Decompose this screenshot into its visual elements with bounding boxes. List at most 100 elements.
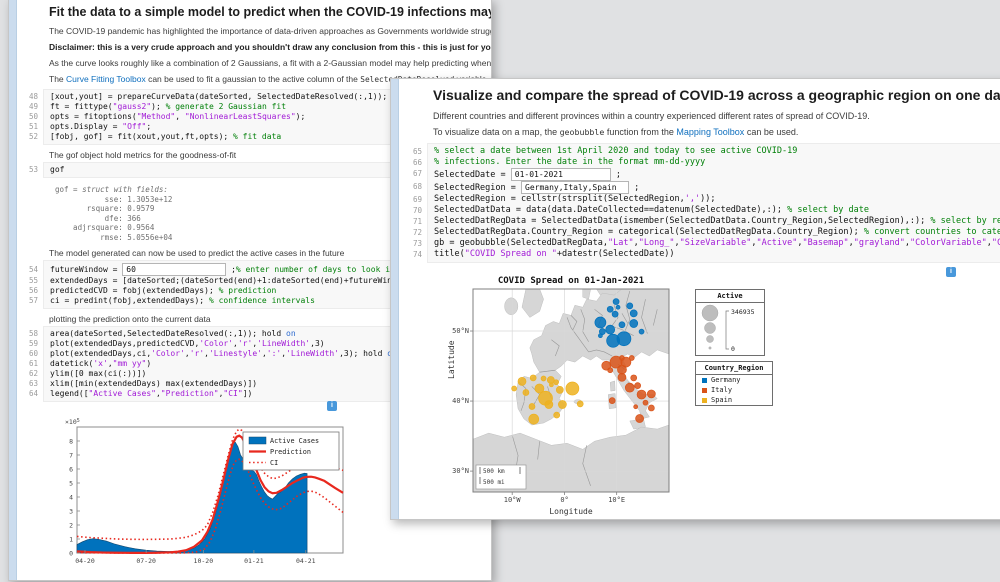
data-bubble-spain [529,414,539,424]
data-bubble-spain [541,376,546,381]
text-segment: To visualize data on a map, the [433,127,560,137]
text-segment: "NonlinearLeastSquares" [185,112,296,121]
line-number: 66 [396,157,422,168]
code-block-map[interactable]: 65% select a date between 1st April 2020… [427,143,1000,263]
code-line[interactable]: 68SelectedRegion = Germany,Italy,Spain ; [434,181,1000,194]
code-input-field[interactable]: 60 [122,263,226,276]
prediction-figure[interactable]: 01234567804-2007-2010-2001-2104-21×105Ac… [43,415,351,575]
text-segment: % prediction [219,286,277,295]
map-xlabel: Longitude [473,507,669,516]
geobubble-figure[interactable]: 500 km500 mi [473,289,669,492]
map-y-tick-label: 50°N [441,327,469,335]
code-line[interactable]: 72SelectedDatRegData.Country_Region = ca… [434,227,1000,238]
line-number: 56 [12,286,38,296]
color-legend-title: Country_Region [696,362,772,375]
code-line[interactable]: 73gb = geobubble(SelectedDatRegData,"Lat… [434,238,1000,249]
x-tick-label: 01-21 [244,557,264,565]
text-segment: % fit data [233,132,281,141]
line-number: 58 [12,329,38,339]
y-tick-label: 7 [69,451,73,459]
hyperlink[interactable]: Curve Fitting Toolbox [66,74,146,84]
output-info-icon[interactable]: i [946,267,956,277]
data-bubble-germany [606,325,615,334]
code-line[interactable]: 65% select a date between 1st April 2020… [434,146,1000,157]
text-segment: SelectedRegion = [434,183,521,193]
data-bubble-spain [529,404,535,410]
text-segment: geobubble [560,127,605,137]
code-line[interactable]: 66% infections. Enter the date in the fo… [434,157,1000,168]
text-segment: function from the [604,127,676,137]
code-line[interactable]: 71SelectedDatRegData = SelectedDatData(i… [434,216,1000,227]
text-segment: "Method" [137,112,176,121]
line-number: 49 [12,102,38,112]
geobubble-paragraph: To visualize data on a map, the geobubbl… [433,127,798,137]
section-accent-strip [391,79,399,519]
text-segment: ) [146,359,151,368]
line-number: 69 [396,194,422,205]
text-segment: ,3); hold [339,349,387,358]
line-number: 57 [12,296,38,306]
text-segment: xlim([min(extendedDays) max(extendedDays… [50,379,257,388]
output-info-icon[interactable]: i [327,401,337,411]
document-body: Visualize and compare the spread of COVI… [433,79,1000,519]
line-number: 52 [12,132,38,142]
line-number: 60 [12,349,38,359]
disclaimer-paragraph: Disclaimer: this is a very crude approac… [49,42,492,52]
prediction-chart: 01234567804-2007-2010-2001-2104-21×105Ac… [43,415,351,575]
text-segment: % select by date [787,205,869,215]
text-segment: % select a date between 1st April 2020 a… [434,146,797,156]
data-bubble-germany [598,334,602,338]
text-segment: 'Color' [199,339,233,348]
output-line: rsquare: 0.9579 [55,204,172,214]
map-x-tick-label: 10°W [495,496,529,504]
gof-note: The gof object hold metrics for the good… [49,150,236,160]
color-legend-item: Italy [696,385,772,395]
line-number: 51 [12,122,38,132]
plot-note: plotting the prediction onto the current… [49,314,211,324]
legend-entry-label: Active Cases [270,437,319,445]
code-input-field[interactable]: 01-01-2021 [511,168,611,181]
data-bubble-spain [554,380,559,385]
text-segment: "mm yy" [113,359,147,368]
text-segment: "Long_" [639,238,675,248]
code-input-field[interactable]: Germany,Italy,Spain [521,181,629,194]
text-segment: plot(extendedDays,predictedCVD, [50,339,199,348]
data-bubble-italy [617,365,626,374]
landmass [610,381,615,391]
text-segment: plot(extendedDays,ci, [50,349,151,358]
line-number: 63 [12,379,38,389]
data-bubble-germany [616,305,620,309]
text-segment: dfe: 366 [55,214,141,223]
text-segment: ; [226,265,236,274]
data-bubble-italy [634,405,638,409]
text-segment: gof [50,165,64,174]
legend-country-label: Germany [711,376,741,384]
hyperlink[interactable]: Mapping Toolbox [676,127,744,137]
text-segment: 'LineWidth' [257,339,310,348]
text-segment: ',' [685,194,700,204]
map-title: COVID Spread on 01-Jan-2021 [473,276,669,286]
code-line[interactable]: 70SelectedDatData = data(data.DateCollec… [434,205,1000,216]
text-segment: "Prediction" [161,389,219,398]
code-line[interactable]: 69SelectedRegion = cellstr(strsplit(Sele… [434,194,1000,205]
line-number: 70 [396,205,422,216]
data-bubble-italy [625,383,634,392]
text-segment: 'x' [93,359,107,368]
size-legend-title: Active [696,290,764,303]
text-segment: ; [629,183,639,193]
text-segment: +datestr(SelectedDate)) [557,249,675,259]
text-segment: ft = fittype( [50,102,113,111]
line-number: 55 [12,276,38,286]
line-number: 61 [12,359,38,369]
legend-country-label: Spain [711,396,732,404]
data-bubble-italy [609,398,615,404]
code-line[interactable]: 67SelectedDate = 01-01-2021 ; [434,168,1000,181]
text-segment: "Active Cases" [89,389,156,398]
text-segment: title( [434,249,465,259]
text-segment: ci = predint(fobj,extendedDays); [50,296,209,305]
code-line[interactable]: 74title("COVID Spread on "+datestr(Selec… [434,249,1000,260]
page-title: Fit the data to a simple model to predic… [49,5,492,19]
data-bubble-italy [647,390,655,398]
gof-output: gof = struct with fields: sse: 1.3053e+1… [55,185,172,242]
intro-paragraph: Different countries and different provin… [433,111,870,121]
